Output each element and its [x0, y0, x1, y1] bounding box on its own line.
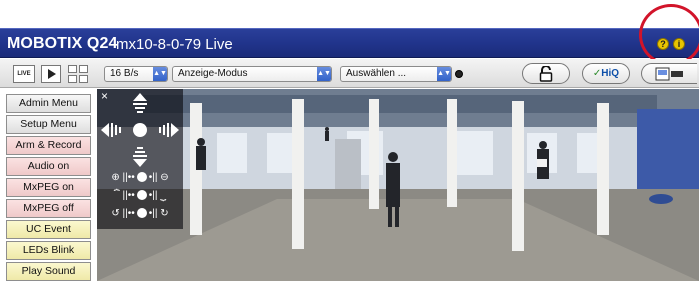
lock-button[interactable] — [522, 63, 570, 84]
hiq-button[interactable]: ✓HiQ — [582, 63, 630, 84]
leds-blink-button[interactable]: LEDs Blink — [6, 241, 91, 260]
mxpeg-off-button[interactable]: MxPEG off — [6, 199, 91, 218]
jpeg-export-button[interactable] — [641, 63, 697, 84]
camera-name: mx10-8-0-79 Live — [116, 36, 233, 53]
toolbar: LIVE 16 B/s ▲▼ Anzeige-Modus ▲▼ Auswähle… — [0, 59, 699, 88]
grid-view-icon[interactable] — [68, 65, 88, 83]
camera-live-image[interactable]: × ⊕ ||•• •|| ⊖ ⏞ ||•• •|| ⏟ ↺ ||•• •|| ↻ — [97, 89, 699, 281]
title-bar: MOBOTIX Q24 mx10-8-0-79 Live ? i — [0, 28, 699, 58]
pan-slider[interactable]: ↺ ||•• •|| ↻ — [99, 205, 181, 223]
action-select[interactable]: Auswählen ... ▲▼ — [340, 66, 452, 82]
audio-on-button[interactable]: Audio on — [6, 157, 91, 176]
chevron-down-icon: ▲▼ — [153, 67, 167, 81]
export-icon — [655, 67, 683, 81]
display-mode-value: Anzeige-Modus — [178, 68, 248, 79]
uc-event-button[interactable]: UC Event — [6, 220, 91, 239]
rotate-right-icon: ↻ — [160, 208, 169, 219]
tilt-slider[interactable]: ⏞ ||•• •|| ⏟ — [99, 187, 181, 205]
hiq-label: HiQ — [601, 68, 620, 79]
side-menu: Admin Menu Setup Menu Arm & Record Audio… — [0, 89, 96, 281]
zoom-slider[interactable]: ⊕ ||•• •|| ⊖ — [99, 169, 181, 187]
record-status-icon — [455, 70, 463, 78]
chevron-down-icon: ▲▼ — [437, 67, 451, 81]
chevron-down-icon: ▲▼ — [317, 67, 331, 81]
brand-title: MOBOTIX Q24 — [7, 35, 118, 52]
pan-tilt-pad[interactable] — [97, 91, 183, 169]
trapezoid-down-icon: ⏟ — [160, 190, 167, 201]
admin-menu-button[interactable]: Admin Menu — [6, 94, 91, 113]
mxpeg-on-button[interactable]: MxPEG on — [6, 178, 91, 197]
display-mode-select[interactable]: Anzeige-Modus ▲▼ — [172, 66, 332, 82]
zoom-out-icon: ⊖ — [160, 172, 169, 183]
rotate-left-icon: ↺ — [111, 208, 120, 219]
framerate-value: 16 B/s — [110, 68, 139, 79]
lock-icon — [539, 65, 553, 82]
action-select-value: Auswählen ... — [346, 68, 407, 79]
highlight-annotation — [639, 4, 699, 66]
zoom-in-icon: ⊕ — [111, 172, 120, 183]
ptz-control-panel: × ⊕ ||•• •|| ⊖ ⏞ ||•• •|| ⏟ ↺ ||•• •|| ↻ — [97, 89, 183, 229]
panorama-scene — [97, 89, 699, 281]
trapezoid-up-icon: ⏞ — [113, 190, 120, 201]
play-button[interactable] — [41, 65, 61, 83]
setup-menu-button[interactable]: Setup Menu — [6, 115, 91, 134]
arm-record-button[interactable]: Arm & Record — [6, 136, 91, 155]
play-sound-button[interactable]: Play Sound — [6, 262, 91, 281]
framerate-select[interactable]: 16 B/s ▲▼ — [104, 66, 168, 82]
live-button[interactable]: LIVE — [13, 65, 35, 83]
